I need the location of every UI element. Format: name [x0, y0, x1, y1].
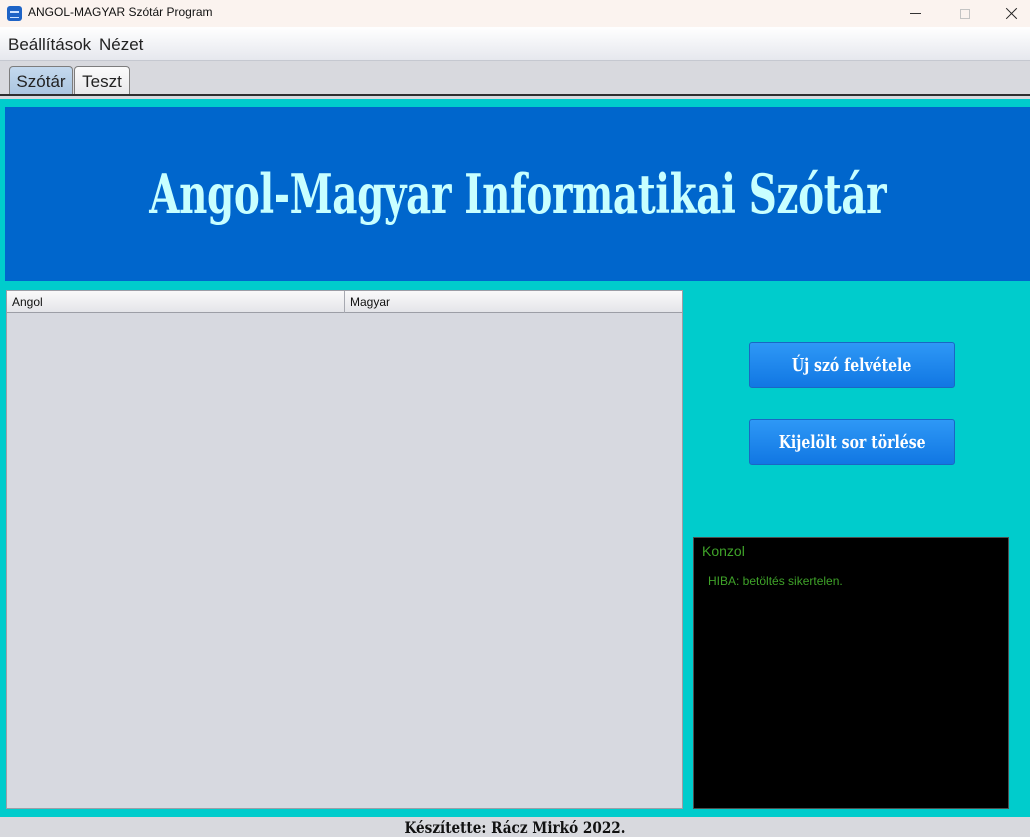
footer: Készítette: Rácz Mirkó 2022.	[0, 817, 1030, 837]
tab-dictionary[interactable]: Szótár	[9, 66, 73, 96]
add-word-button[interactable]: Új szó felvétele	[749, 342, 955, 388]
console-title: Konzol	[702, 543, 745, 559]
minimize-icon	[909, 13, 921, 14]
maximize-icon	[960, 8, 970, 19]
dictionary-app-icon	[7, 6, 22, 21]
column-header-hungarian[interactable]: Magyar	[345, 291, 682, 313]
delete-selected-row-button[interactable]: Kijelölt sor törlése	[749, 419, 955, 465]
page-title: Angol-Magyar Informatikai Szótár	[149, 162, 886, 226]
tab-test[interactable]: Teszt	[74, 66, 130, 96]
title-bar: ANGOL-MAGYAR Szótár Program	[0, 0, 1030, 27]
dictionary-table[interactable]: Angol Magyar	[6, 290, 683, 809]
delete-row-button-label: Kijelölt sor törlése	[778, 431, 926, 453]
menu-view[interactable]: Nézet	[99, 35, 143, 55]
console-panel: Konzol HIBA: betöltés sikertelen.	[693, 537, 1009, 809]
column-header-english[interactable]: Angol	[7, 291, 345, 313]
add-word-button-label: Új szó felvétele	[792, 354, 912, 376]
close-button[interactable]	[988, 0, 1030, 27]
close-icon	[1005, 7, 1018, 20]
header-banner: Angol-Magyar Informatikai Szótár	[5, 107, 1030, 281]
console-message: HIBA: betöltés sikertelen.	[708, 574, 843, 588]
menu-bar: Beállítások Nézet	[0, 27, 1030, 61]
menu-settings[interactable]: Beállítások	[8, 35, 91, 55]
table-header: Angol Magyar	[7, 291, 682, 313]
window-title: ANGOL-MAGYAR Szótár Program	[28, 5, 213, 19]
maximize-button[interactable]	[942, 0, 988, 27]
minimize-button[interactable]	[892, 0, 938, 27]
author-credit: Készítette: Rácz Mirkó 2022.	[404, 817, 626, 837]
tab-underline	[0, 94, 1030, 96]
